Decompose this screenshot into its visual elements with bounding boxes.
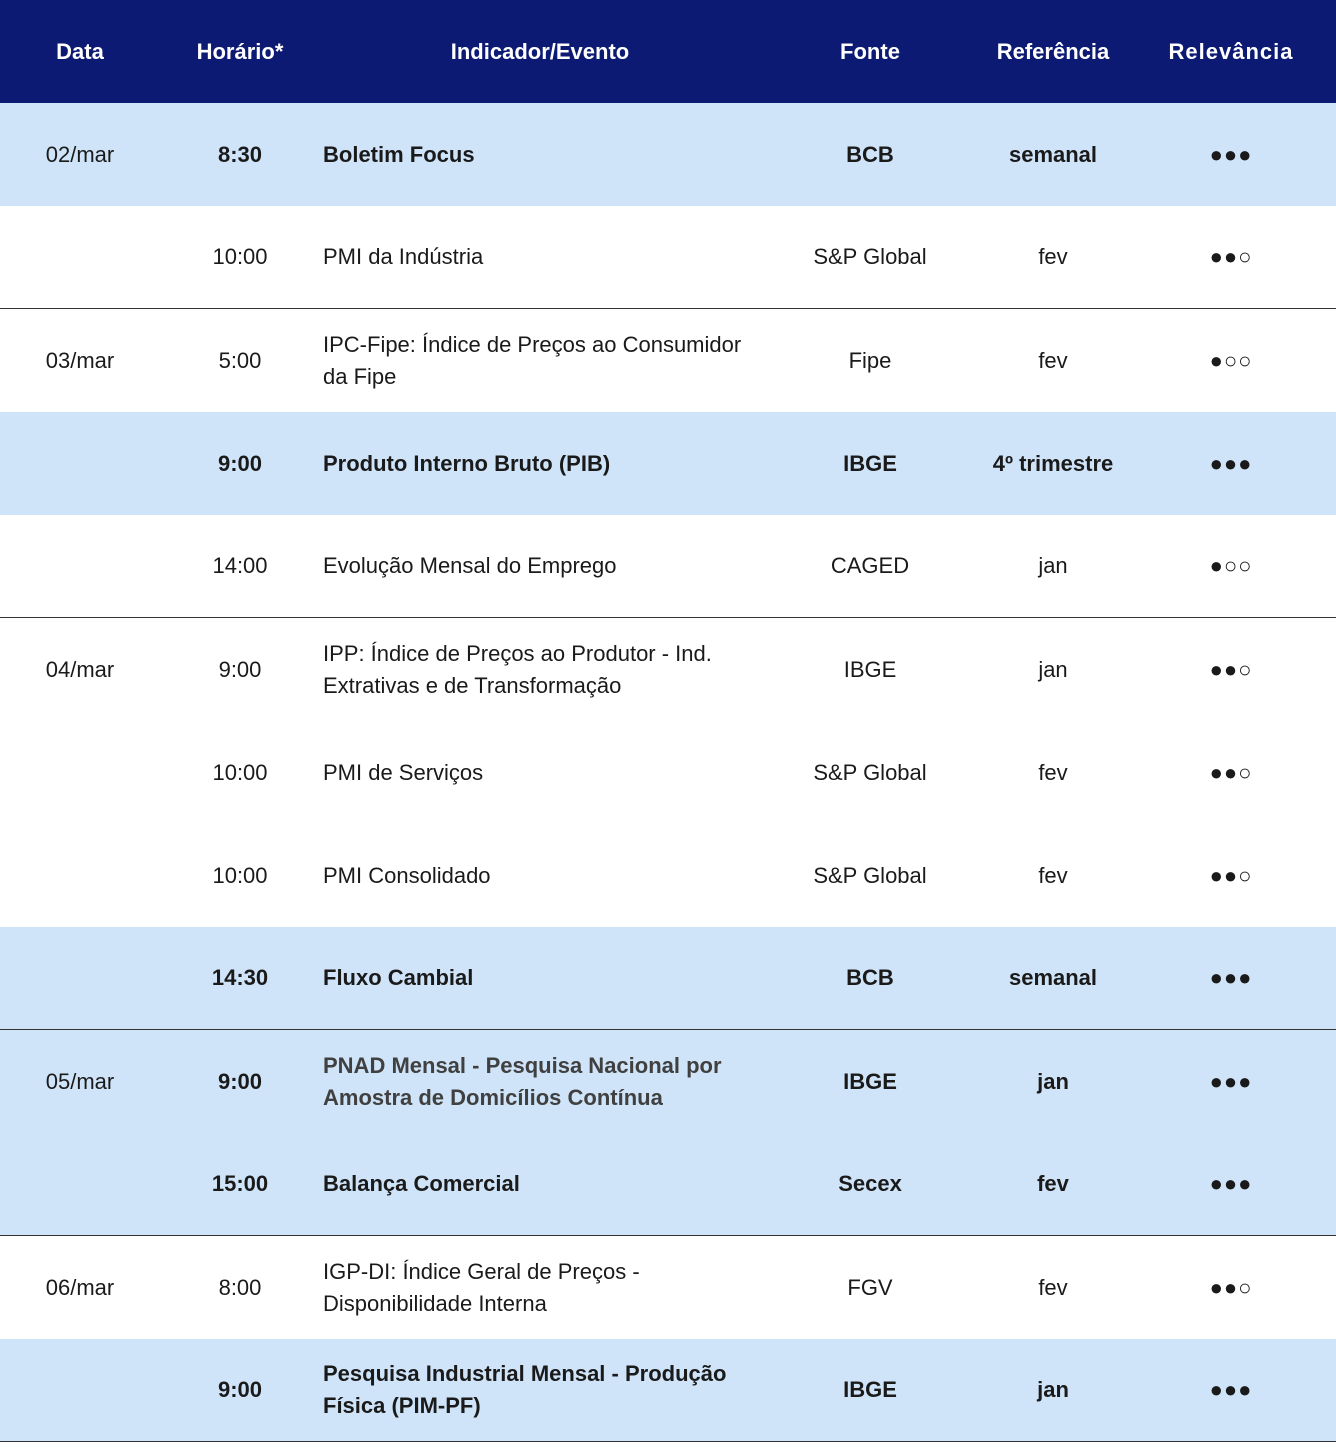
row-source: Secex bbox=[838, 1171, 902, 1196]
row-time: 9:00 bbox=[218, 656, 262, 682]
relevance-dots: ●●○ bbox=[1209, 759, 1253, 785]
row-date: 03/mar bbox=[45, 347, 115, 373]
row-time: 15:00 bbox=[211, 1171, 269, 1196]
row-source: IBGE bbox=[843, 656, 897, 682]
table-row: 14:00 Evolução Mensal do Emprego CAGED j… bbox=[0, 515, 1336, 618]
row-time: 9:00 bbox=[217, 450, 263, 476]
table-header: Data Horário* Indicador/Evento Fonte Ref… bbox=[0, 0, 1336, 103]
row-reference: jan bbox=[1037, 1377, 1069, 1402]
relevance-dots: ●●○ bbox=[1209, 862, 1253, 888]
row-date: 02/mar bbox=[45, 141, 115, 167]
table-row: 10:00 PMI de Serviços S&P Global fev ●●○ bbox=[0, 721, 1336, 824]
row-event: Boletim Focus bbox=[323, 141, 475, 167]
table-row: 04/mar 9:00 IPP: Índice de Preços ao Pro… bbox=[0, 618, 1336, 721]
row-reference: jan bbox=[1037, 1068, 1069, 1094]
row-source: IBGE bbox=[843, 1068, 897, 1094]
row-event: PNAD Mensal - Pesquisa Nacional por Amos… bbox=[323, 1052, 722, 1110]
relevance-dots: ●●○ bbox=[1209, 244, 1253, 269]
table-row: 15:00 Balança Comercial Secex fev ●●● bbox=[0, 1133, 1336, 1236]
table-row: 14:30 Fluxo Cambial BCB semanal ●●● bbox=[0, 927, 1336, 1030]
row-source: Fipe bbox=[848, 347, 892, 373]
table-row: 9:00 Pesquisa Industrial Mensal - Produç… bbox=[0, 1339, 1336, 1442]
row-reference: fev bbox=[1038, 347, 1068, 373]
row-date: 05/mar bbox=[45, 1068, 115, 1094]
row-source: IBGE bbox=[843, 450, 897, 476]
row-event: Produto Interno Bruto (PIB) bbox=[323, 450, 611, 476]
row-source: BCB bbox=[846, 141, 894, 167]
row-date: 04/mar bbox=[45, 656, 115, 682]
row-source: CAGED bbox=[830, 553, 910, 578]
row-event: IGP-DI: Índice Geral de Preços - Disponi… bbox=[323, 1258, 640, 1316]
relevance-dots: ●●○ bbox=[1209, 1274, 1253, 1300]
row-time: 10:00 bbox=[212, 862, 268, 888]
header-event: Indicador/Evento bbox=[450, 38, 630, 64]
relevance-dots: ●●○ bbox=[1209, 656, 1253, 682]
row-event: IPP: Índice de Preços ao Produtor - Ind.… bbox=[323, 640, 712, 698]
calendar-table: Data Horário* Indicador/Evento Fonte Ref… bbox=[0, 0, 1336, 1442]
row-time: 9:00 bbox=[217, 1068, 263, 1094]
row-event: Pesquisa Industrial Mensal - Produção Fí… bbox=[323, 1361, 727, 1418]
row-time: 8:00 bbox=[218, 1274, 262, 1300]
header-date: Data bbox=[56, 38, 104, 64]
row-time: 5:00 bbox=[218, 347, 262, 373]
row-reference: semanal bbox=[1008, 965, 1098, 990]
row-reference: fev bbox=[1037, 1171, 1069, 1196]
header-reference: Referência bbox=[996, 38, 1110, 64]
relevance-dots: ●●● bbox=[1209, 450, 1253, 476]
row-reference: fev bbox=[1038, 1274, 1068, 1300]
header-source: Fonte bbox=[840, 38, 900, 64]
row-time: 14:30 bbox=[211, 965, 269, 990]
relevance-dots: ●○○ bbox=[1209, 553, 1253, 578]
row-reference: 4º trimestre bbox=[992, 450, 1114, 476]
row-source: S&P Global bbox=[813, 244, 927, 269]
relevance-dots: ●●● bbox=[1209, 1068, 1253, 1094]
row-event: IPC-Fipe: Índice de Preços ao Consumidor… bbox=[323, 331, 742, 389]
row-reference: fev bbox=[1038, 862, 1068, 888]
row-reference: semanal bbox=[1008, 141, 1098, 167]
relevance-dots: ●●● bbox=[1209, 965, 1253, 990]
table-row: 10:00 PMI Consolidado S&P Global fev ●●○ bbox=[0, 824, 1336, 927]
row-source: IBGE bbox=[843, 1377, 897, 1402]
row-source: BCB bbox=[846, 965, 894, 990]
row-reference: jan bbox=[1038, 656, 1068, 682]
row-event: Fluxo Cambial bbox=[323, 965, 474, 990]
row-event: PMI Consolidado bbox=[323, 862, 491, 888]
row-time: 8:30 bbox=[217, 141, 263, 167]
relevance-dots: ●○○ bbox=[1209, 347, 1253, 373]
table-row: 02/mar 8:30 Boletim Focus BCB semanal ●●… bbox=[0, 103, 1336, 206]
row-reference: jan bbox=[1038, 553, 1068, 578]
row-time: 14:00 bbox=[212, 553, 268, 578]
table-row: 06/mar 8:00 IGP-DI: Índice Geral de Preç… bbox=[0, 1236, 1336, 1339]
row-reference: fev bbox=[1038, 244, 1068, 269]
relevance-dots: ●●● bbox=[1209, 141, 1253, 167]
table-row: 9:00 Produto Interno Bruto (PIB) IBGE 4º… bbox=[0, 412, 1336, 515]
row-event: Evolução Mensal do Emprego bbox=[323, 553, 617, 578]
row-source: FGV bbox=[847, 1274, 893, 1300]
header-time: Horário* bbox=[196, 38, 284, 64]
row-date: 06/mar bbox=[45, 1274, 115, 1300]
row-source: S&P Global bbox=[813, 862, 927, 888]
relevance-dots: ●●● bbox=[1209, 1377, 1253, 1402]
row-time: 10:00 bbox=[212, 244, 268, 269]
header-relevance: Relevância bbox=[1168, 38, 1294, 64]
row-event: PMI de Serviços bbox=[323, 759, 484, 785]
table-row: 05/mar 9:00 PNAD Mensal - Pesquisa Nacio… bbox=[0, 1030, 1336, 1133]
row-time: 9:00 bbox=[217, 1377, 263, 1402]
row-reference: fev bbox=[1038, 759, 1068, 785]
row-event: Balança Comercial bbox=[323, 1171, 520, 1196]
relevance-dots: ●●● bbox=[1209, 1171, 1253, 1196]
row-time: 10:00 bbox=[212, 759, 268, 785]
table-row: 10:00 PMI da Indústria S&P Global fev ●●… bbox=[0, 206, 1336, 309]
row-source: S&P Global bbox=[813, 759, 927, 785]
table-row: 03/mar 5:00 IPC-Fipe: Índice de Preços a… bbox=[0, 309, 1336, 412]
row-event: PMI da Indústria bbox=[323, 244, 484, 269]
